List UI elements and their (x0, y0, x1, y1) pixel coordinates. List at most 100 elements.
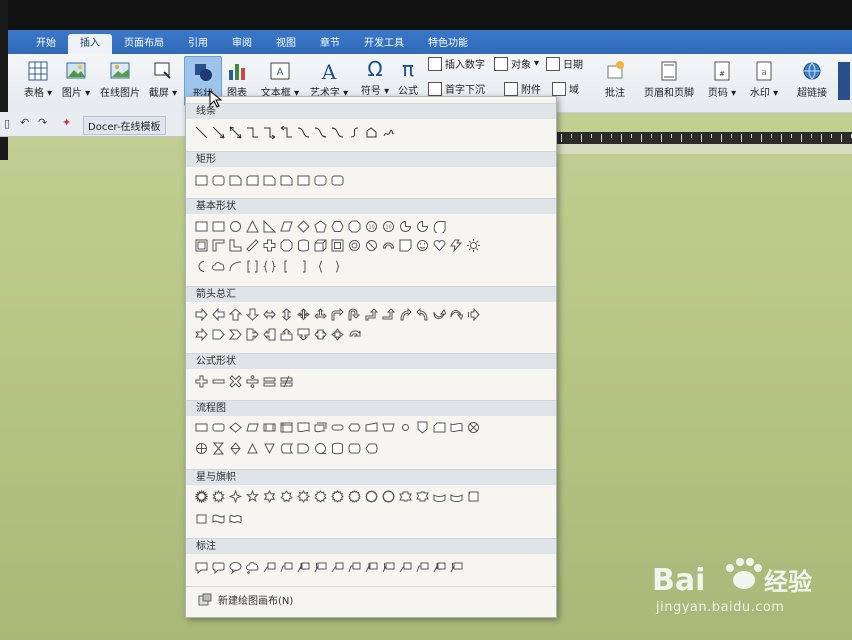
basic-1-shape-11[interactable]: 10 (364, 219, 379, 234)
tab-page-layout[interactable]: 页面布局 (112, 34, 176, 54)
flowchart-1-shape-12[interactable] (381, 420, 396, 435)
basic-2-shape-11[interactable] (364, 238, 379, 253)
star-1-shape-15[interactable] (432, 489, 447, 504)
undo-icon[interactable]: ↶ (20, 116, 29, 129)
basic-1-shape-13[interactable] (398, 219, 413, 234)
basic-2-shape-17[interactable] (466, 238, 481, 253)
arrow-1-shape-15[interactable] (432, 307, 447, 322)
rectangle-shape-7[interactable] (296, 173, 311, 188)
callout-shape-6[interactable] (279, 560, 294, 575)
flowchart-1-shape-15[interactable] (432, 420, 447, 435)
tab-special[interactable]: 特色功能 (416, 34, 480, 54)
arrow-1-shape-4[interactable] (245, 307, 260, 322)
arrow-line-shape[interactable] (211, 125, 226, 140)
callout-shape-7[interactable] (296, 560, 311, 575)
star-1-shape-9[interactable] (330, 489, 345, 504)
flowchart-2-shape-3[interactable] (228, 441, 243, 456)
basic-1-shape-3[interactable] (228, 219, 243, 234)
scribble-shape[interactable] (381, 125, 396, 140)
callout-shape-8[interactable] (313, 560, 328, 575)
flowchart-1-shape-4[interactable] (245, 420, 260, 435)
textbox-button[interactable]: A 文本框 ▾ (258, 60, 302, 99)
basic-2-shape-10[interactable] (347, 238, 362, 253)
flowchart-2-shape-11[interactable] (364, 441, 379, 456)
elbow-connector-1[interactable] (245, 125, 260, 140)
basic-1-shape-15[interactable] (432, 219, 447, 234)
arrow-1-shape-5[interactable] (262, 307, 277, 322)
arrow-1-shape-3[interactable] (228, 307, 243, 322)
tab-developer[interactable]: 开发工具 (352, 34, 416, 54)
arrow-1-shape-8[interactable] (313, 307, 328, 322)
arrow-1-shape-12[interactable] (381, 307, 396, 322)
star-1-shape-16[interactable] (449, 489, 464, 504)
flowchart-2-shape-4[interactable] (245, 441, 260, 456)
basic-1-shape-5[interactable] (262, 219, 277, 234)
minus-shape[interactable] (211, 374, 226, 389)
flowchart-2-shape-2[interactable] (211, 441, 226, 456)
star-2-shape-1[interactable] (194, 511, 209, 526)
line-shape-1[interactable] (194, 125, 209, 140)
basic-1-shape-1[interactable] (194, 219, 209, 234)
basic-2-shape-16[interactable] (449, 238, 464, 253)
formula-button[interactable]: π 公式 (394, 58, 422, 97)
basic-2-shape-1[interactable] (194, 238, 209, 253)
arrow-1-shape-6[interactable] (279, 307, 294, 322)
basic-2-shape-2[interactable] (211, 238, 226, 253)
basic-3-shape-9[interactable] (330, 259, 345, 274)
field-button[interactable]: 域 (552, 81, 579, 96)
arrow-2-shape-10[interactable] (347, 327, 362, 342)
tab-view[interactable]: 视图 (264, 34, 308, 54)
star-1-shape-10[interactable] (347, 489, 362, 504)
basic-2-shape-14[interactable] (415, 238, 430, 253)
flowchart-1-shape-11[interactable] (364, 420, 379, 435)
table-button[interactable]: 表格 ▾ (20, 60, 56, 99)
insert-number-button[interactable]: 插入数字 (428, 56, 485, 71)
flowchart-1-shape-2[interactable] (211, 420, 226, 435)
date-button[interactable]: 日期 (546, 56, 583, 71)
arrow-1-shape-9[interactable] (330, 307, 345, 322)
arrow-2-shape-3[interactable] (228, 327, 243, 342)
basic-2-shape-7[interactable] (296, 238, 311, 253)
pin-icon[interactable]: ✦ (62, 116, 71, 129)
rectangle-shape-4[interactable] (245, 173, 260, 188)
callout-shape-2[interactable] (211, 560, 226, 575)
rectangle-shape-6[interactable] (279, 173, 294, 188)
flowchart-1-shape-14[interactable] (415, 420, 430, 435)
basic-3-shape-3[interactable] (228, 259, 243, 274)
flowchart-2-shape-1[interactable] (194, 441, 209, 456)
docer-template-button[interactable]: Docer-在线模板 (83, 116, 166, 135)
basic-3-shape-2[interactable] (211, 259, 226, 274)
callout-shape-13[interactable] (398, 560, 413, 575)
arrow-1-shape-17[interactable] (466, 307, 481, 322)
flowchart-1-shape-9[interactable] (330, 420, 345, 435)
flowchart-2-shape-9[interactable] (330, 441, 345, 456)
basic-3-shape-8[interactable] (313, 259, 328, 274)
arrow-2-shape-8[interactable] (313, 327, 328, 342)
basic-1-shape-2[interactable] (211, 219, 226, 234)
arrow-2-shape-1[interactable] (194, 327, 209, 342)
star-1-shape-8[interactable] (313, 489, 328, 504)
flowchart-1-shape-17[interactable] (466, 420, 481, 435)
flowchart-2-shape-10[interactable] (347, 441, 362, 456)
basic-2-shape-15[interactable] (432, 238, 447, 253)
star-1-shape-3[interactable] (228, 489, 243, 504)
new-drawing-canvas-item[interactable]: 新建绘图画布(N) (198, 592, 293, 607)
star-1-shape-17[interactable] (466, 489, 481, 504)
callout-shape-1[interactable] (194, 560, 209, 575)
basic-2-shape-6[interactable] (279, 238, 294, 253)
freeform-shape[interactable] (364, 125, 379, 140)
print-preview-icon[interactable]: ▯ (4, 117, 10, 130)
star-1-shape-6[interactable] (279, 489, 294, 504)
elbow-connector-2[interactable] (262, 125, 277, 140)
flowchart-2-shape-8[interactable] (313, 441, 328, 456)
star-1-shape-4[interactable] (245, 489, 260, 504)
drop-cap-button[interactable]: 首字下沉 (428, 81, 485, 96)
elbow-connector-3[interactable] (279, 125, 294, 140)
rectangle-shape-8[interactable] (313, 173, 328, 188)
arrow-2-shape-7[interactable] (296, 327, 311, 342)
wordart-button[interactable]: A 艺术字 ▾ (306, 60, 352, 99)
divide-shape[interactable] (245, 374, 260, 389)
star-1-shape-5[interactable] (262, 489, 277, 504)
flowchart-2-shape-6[interactable] (279, 441, 294, 456)
callout-shape-16[interactable] (449, 560, 464, 575)
